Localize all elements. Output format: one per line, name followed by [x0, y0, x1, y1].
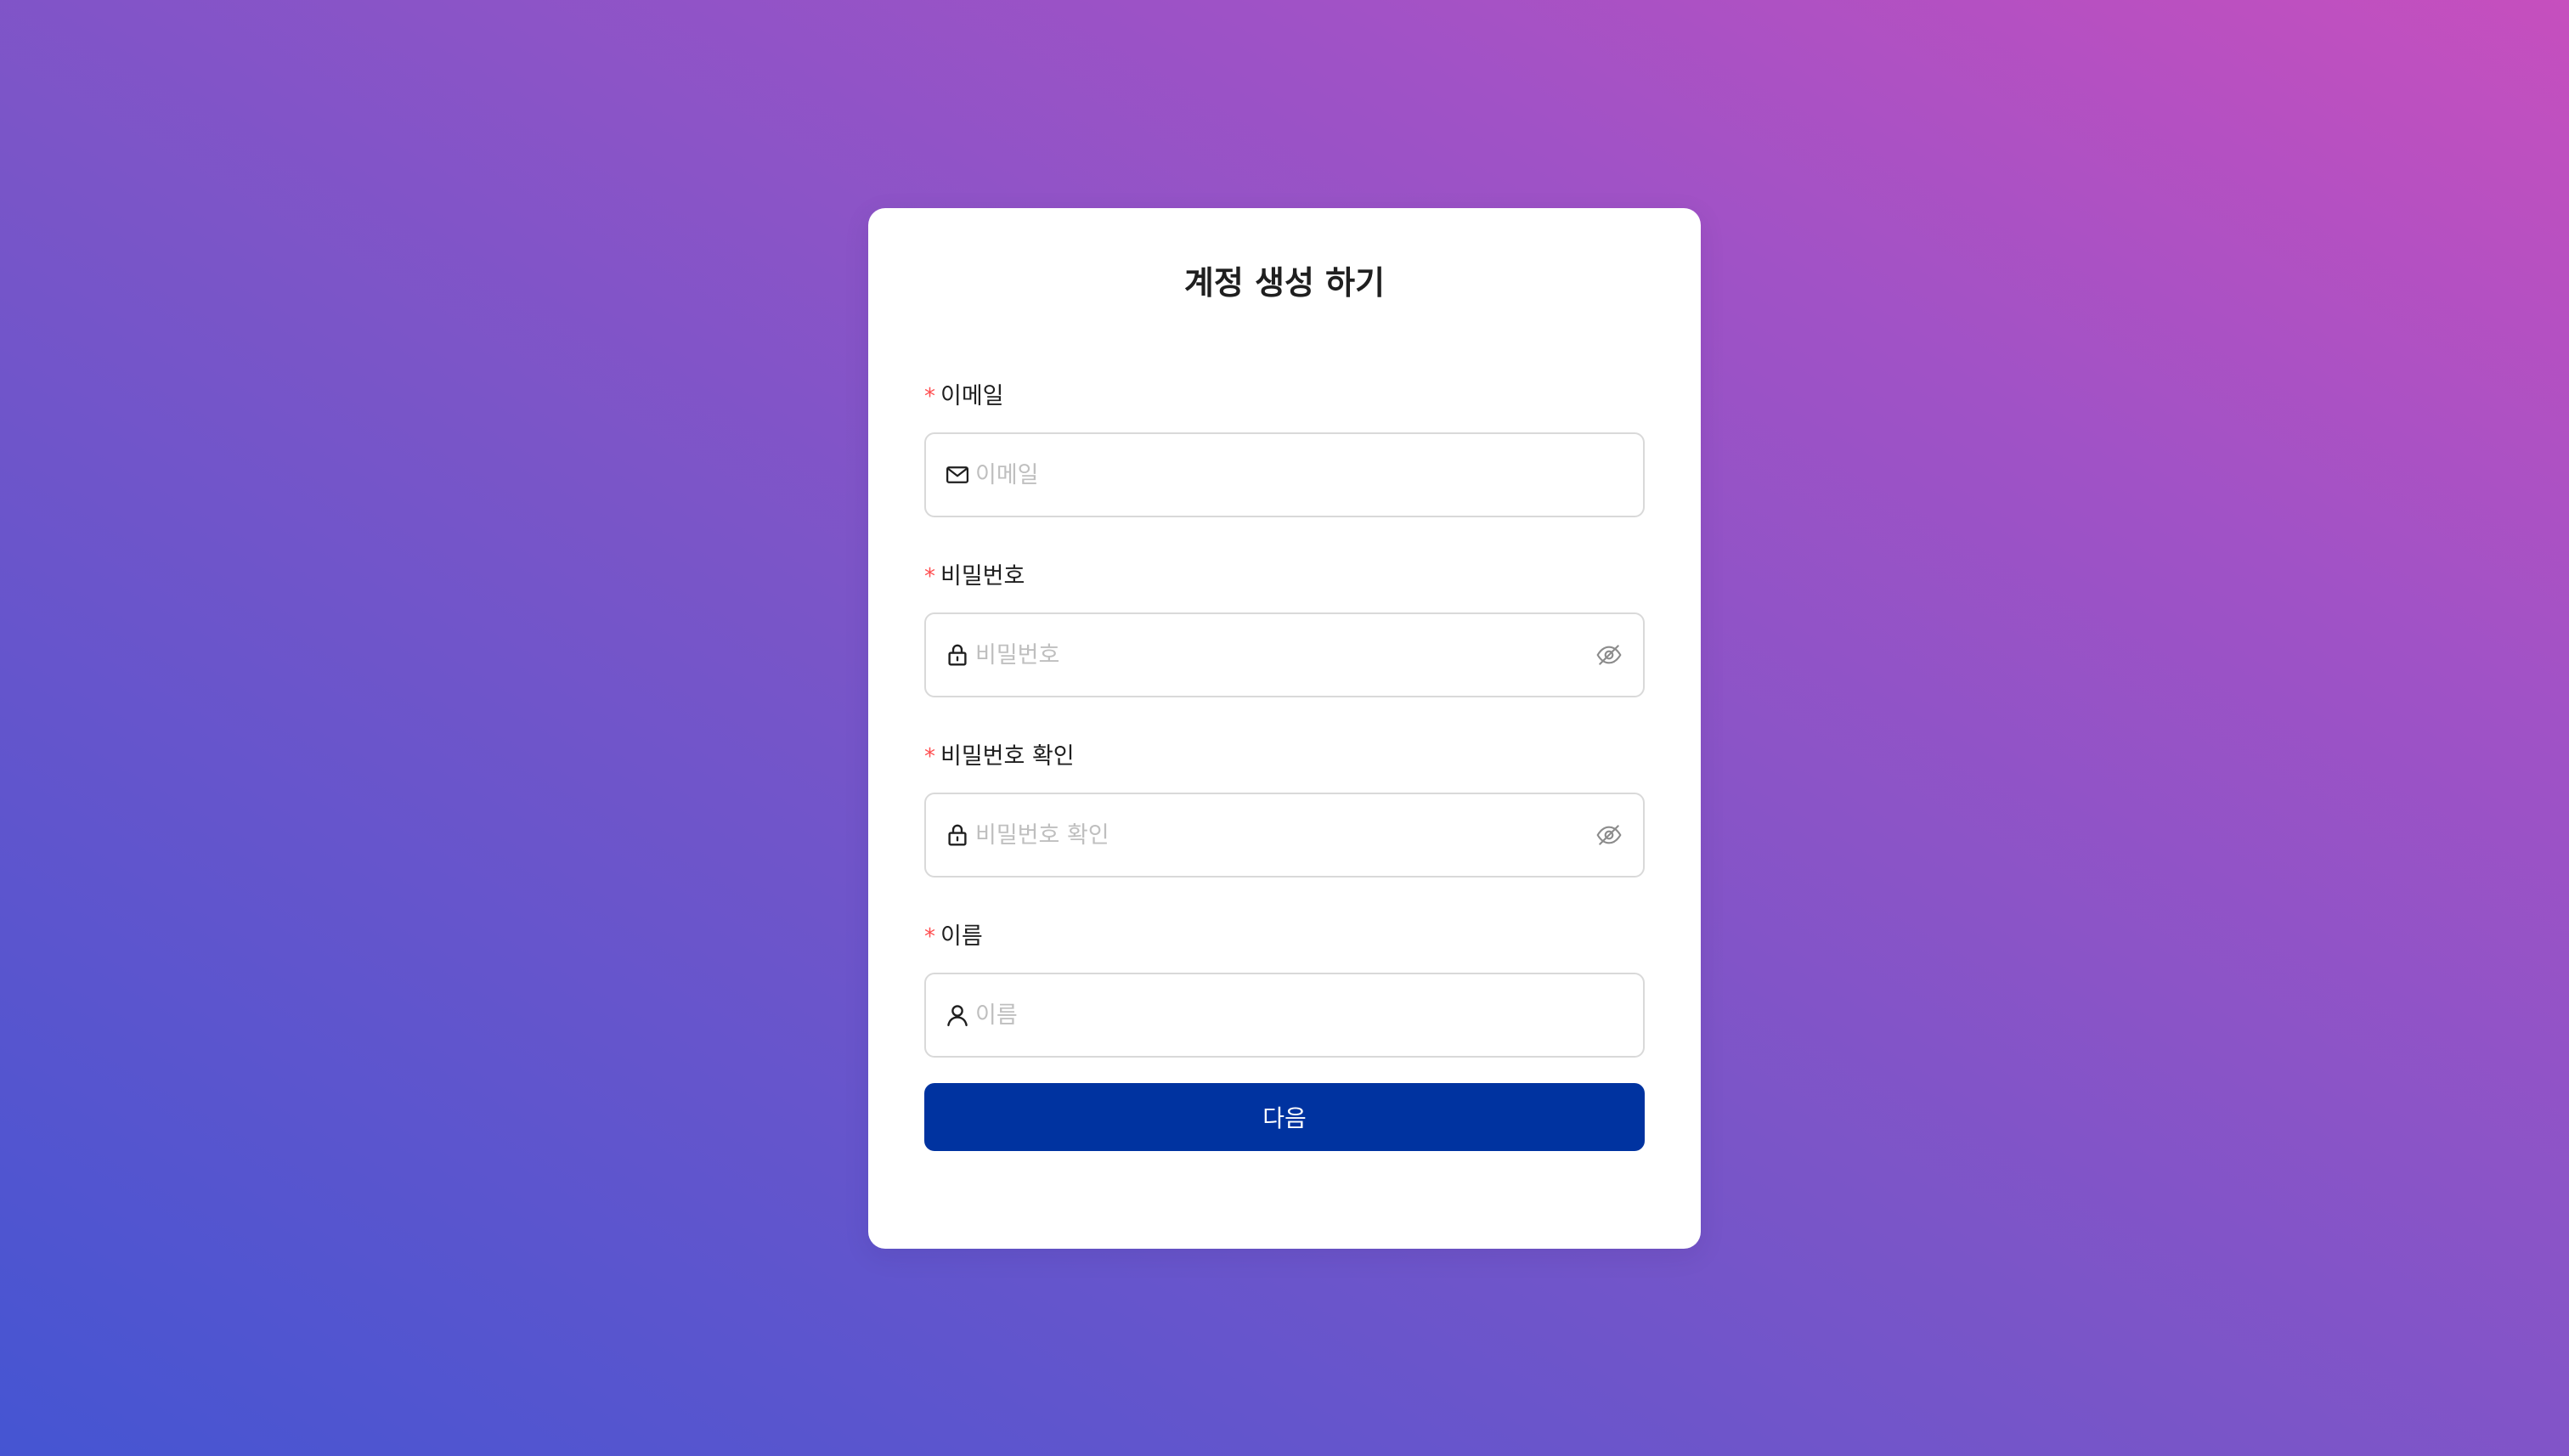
- required-mark: *: [924, 564, 935, 590]
- email-label: * 이메일: [924, 378, 1645, 415]
- name-field-group: * 이름: [924, 918, 1645, 1058]
- signup-card: 계정 생성 하기 *이메일 *비밀번호: [868, 208, 1701, 1249]
- password-field-group: * 비밀번호: [924, 558, 1645, 697]
- name-label-text: 이름: [940, 923, 983, 950]
- eye-invisible-icon[interactable]: [1592, 818, 1626, 852]
- email-label-text: 이메일: [940, 383, 1004, 409]
- user-icon: [943, 1001, 972, 1030]
- password-label-text: 비밀번호: [940, 563, 1025, 590]
- password-input-wrapper[interactable]: [924, 612, 1645, 697]
- required-mark: *: [924, 384, 935, 409]
- next-button[interactable]: 다음: [924, 1083, 1645, 1151]
- password-confirm-input-wrapper[interactable]: [924, 793, 1645, 878]
- password-confirm-input[interactable]: [975, 797, 1592, 873]
- mail-icon: [943, 460, 972, 489]
- password-confirm-label-text: 비밀번호 확인: [940, 743, 1075, 770]
- password-label: * 비밀번호: [924, 558, 1645, 595]
- password-input[interactable]: [975, 617, 1592, 693]
- eye-invisible-icon[interactable]: [1592, 638, 1626, 672]
- email-input[interactable]: [975, 437, 1643, 513]
- required-mark: *: [924, 924, 935, 950]
- lock-icon: [943, 641, 972, 669]
- password-confirm-label: * 비밀번호 확인: [924, 738, 1645, 776]
- email-input-wrapper[interactable]: [924, 432, 1645, 517]
- lock-icon: [943, 821, 972, 849]
- password-confirm-field-group: * 비밀번호 확인: [924, 738, 1645, 878]
- email-field-group: * 이메일: [924, 378, 1645, 517]
- form-title: 계정 생성 하기: [1183, 264, 1386, 302]
- required-mark: *: [924, 744, 935, 770]
- name-label: * 이름: [924, 918, 1645, 956]
- name-input[interactable]: [975, 977, 1643, 1053]
- name-input-wrapper[interactable]: [924, 973, 1645, 1058]
